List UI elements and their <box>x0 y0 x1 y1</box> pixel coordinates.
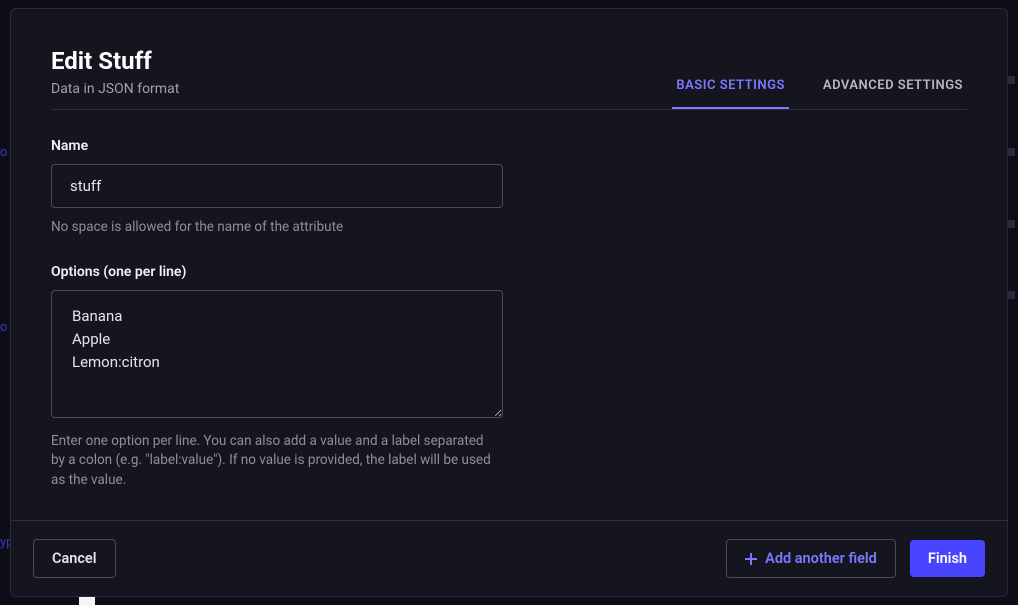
name-help-text: No space is allowed for the name of the … <box>51 218 491 238</box>
edit-attribute-modal: Edit Stuff Data in JSON format BASIC SET… <box>10 8 1008 597</box>
modal-title: Edit Stuff <box>51 47 179 75</box>
add-another-field-button[interactable]: Add another field <box>726 539 896 578</box>
name-input[interactable] <box>51 164 503 208</box>
finish-button[interactable]: Finish <box>910 540 985 577</box>
options-field-group: Options (one per line) Enter one option … <box>51 264 503 491</box>
add-another-label: Add another field <box>765 550 877 567</box>
tab-advanced-settings[interactable]: ADVANCED SETTINGS <box>819 64 967 109</box>
backdrop-text: o <box>0 320 7 335</box>
settings-tabs: BASIC SETTINGS ADVANCED SETTINGS <box>672 64 967 109</box>
modal-footer: Cancel Add another field Finish <box>11 520 1007 596</box>
footer-right-actions: Add another field Finish <box>726 539 985 578</box>
backdrop-fragment <box>79 597 95 605</box>
tab-basic-settings[interactable]: BASIC SETTINGS <box>672 64 789 109</box>
options-label: Options (one per line) <box>51 264 503 280</box>
modal-body: Edit Stuff Data in JSON format BASIC SET… <box>11 9 1007 520</box>
modal-header-left: Edit Stuff Data in JSON format <box>51 47 179 109</box>
options-textarea[interactable] <box>51 290 503 418</box>
modal-header: Edit Stuff Data in JSON format BASIC SET… <box>51 47 967 110</box>
name-label: Name <box>51 138 503 154</box>
name-field-group: Name No space is allowed for the name of… <box>51 138 503 238</box>
cancel-button[interactable]: Cancel <box>33 539 116 578</box>
options-help-text: Enter one option per line. You can also … <box>51 432 491 491</box>
plus-icon <box>745 553 757 565</box>
modal-subtitle: Data in JSON format <box>51 81 179 97</box>
backdrop-text: o <box>0 145 7 160</box>
